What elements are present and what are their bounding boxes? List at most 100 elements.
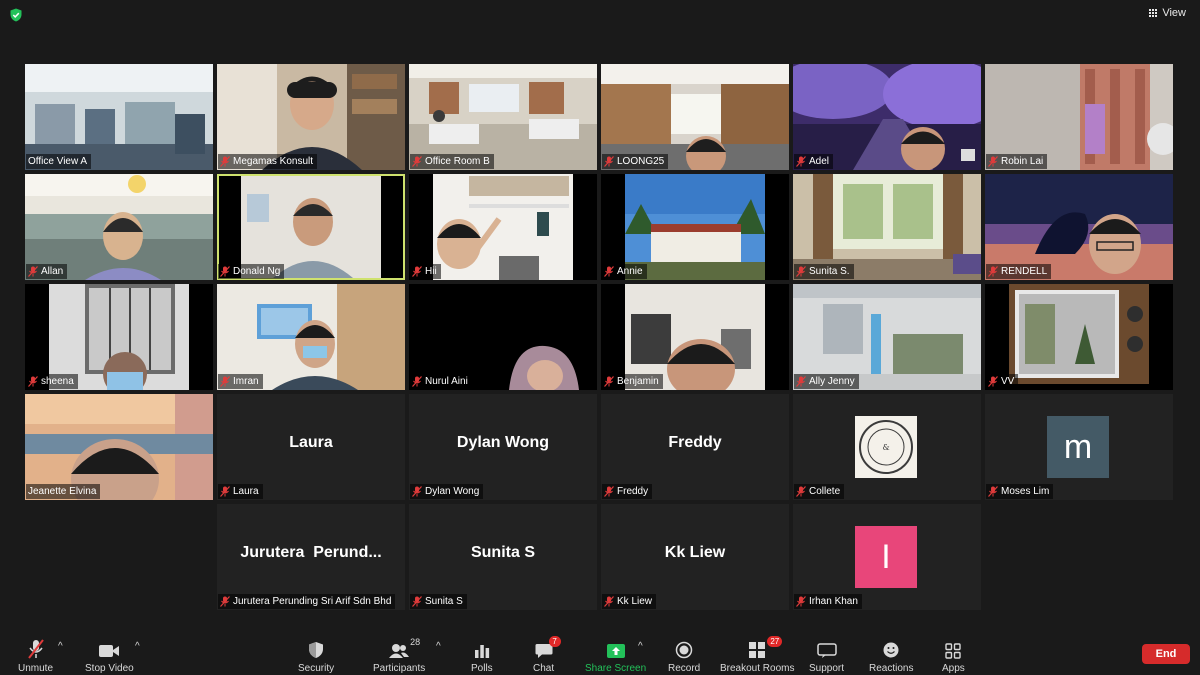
participant-nametag: Ally Jenny <box>794 374 859 389</box>
breakout-rooms-icon <box>749 642 766 658</box>
reactions-label: Reactions <box>869 663 914 674</box>
participant-display-name: Laura <box>289 434 333 451</box>
participant-name: RENDELL <box>1001 266 1048 277</box>
profile-picture: & <box>855 416 917 478</box>
participants-icon <box>389 644 410 658</box>
participant-tile[interactable]: Freddy Freddy <box>601 394 789 500</box>
participant-name: Office Room B <box>425 156 490 167</box>
participant-tile[interactable]: Jeanette Elvina <box>25 394 213 500</box>
participant-name: Megamas Konsult <box>233 156 314 167</box>
participant-tile[interactable]: Allan <box>25 174 213 280</box>
participant-tile[interactable]: Adel <box>793 64 981 170</box>
avatar-letter: m <box>1047 416 1109 478</box>
record-button[interactable]: Record <box>668 637 700 674</box>
participant-nametag: Laura <box>218 484 263 499</box>
participant-name: Annie <box>617 266 643 277</box>
participants-options-caret[interactable]: ^ <box>436 641 441 652</box>
view-button[interactable]: View <box>1149 7 1186 19</box>
mic-muted-icon <box>412 486 422 497</box>
participant-tile[interactable]: Sunita S Sunita S <box>409 504 597 610</box>
participant-tile[interactable]: Nurul Aini <box>409 284 597 390</box>
participant-nametag: Jeanette Elvina <box>26 484 101 499</box>
mic-muted-icon <box>220 156 230 167</box>
apps-button[interactable]: Apps <box>942 637 965 674</box>
participant-tile[interactable]: VV <box>985 284 1173 390</box>
participant-tile[interactable]: sheena <box>25 284 213 390</box>
mic-muted-icon <box>796 156 806 167</box>
participant-name: LOONG25 <box>617 156 665 167</box>
participant-name: Hii <box>425 266 437 277</box>
share-options-caret[interactable]: ^ <box>638 641 643 652</box>
breakout-rooms-button[interactable]: 27 Breakout Rooms <box>720 636 794 674</box>
participant-nametag: Imran <box>218 374 263 389</box>
participant-name: Ally Jenny <box>809 376 855 387</box>
participant-nametag: LOONG25 <box>602 154 669 169</box>
participant-tile[interactable]: Benjamin <box>601 284 789 390</box>
participant-tile[interactable]: Office Room B <box>409 64 597 170</box>
participant-name: Office View A <box>28 156 88 167</box>
unmute-button[interactable]: Unmute <box>18 637 53 674</box>
record-label: Record <box>668 663 701 674</box>
participant-tile[interactable]: & Collete <box>793 394 981 500</box>
support-button[interactable]: Support <box>809 637 844 674</box>
participant-tile[interactable]: Jurutera Perund... Jurutera Perunding Sr… <box>217 504 405 610</box>
share-screen-label: Share Screen <box>585 663 647 674</box>
stop-video-button[interactable]: Stop Video <box>85 637 134 674</box>
apps-label: Apps <box>942 663 965 674</box>
participant-tile[interactable]: Hii <box>409 174 597 280</box>
participant-nametag: Donald Ng <box>218 264 285 279</box>
chat-unread-badge: 7 <box>548 636 561 647</box>
participant-tile[interactable]: Office View A <box>25 64 213 170</box>
participant-tile[interactable]: RENDELL <box>985 174 1173 280</box>
participant-nametag: Jurutera Perunding Sri Arif Sdn Bhd <box>218 594 396 609</box>
participant-tile[interactable]: Megamas Konsult <box>217 64 405 170</box>
participant-tile[interactable]: Robin Lai <box>985 64 1173 170</box>
shield-check-icon[interactable] <box>9 8 23 22</box>
participant-tile[interactable]: Kk Liew Kk Liew <box>601 504 789 610</box>
polls-label: Polls <box>471 663 493 674</box>
share-screen-button[interactable]: Share Screen <box>585 637 646 674</box>
participant-name: Imran <box>233 376 259 387</box>
share-screen-icon <box>606 644 625 658</box>
mic-muted-icon <box>412 266 422 277</box>
participant-tile[interactable]: m Moses Lim <box>985 394 1173 500</box>
participants-button[interactable]: 28 Participants <box>373 637 425 674</box>
participant-nametag: Collete <box>794 484 845 499</box>
participant-nametag: VV <box>986 374 1019 389</box>
participant-nametag: Annie <box>602 264 647 279</box>
participant-tile[interactable]: Ally Jenny <box>793 284 981 390</box>
stop-video-label: Stop Video <box>85 663 134 674</box>
participant-tile[interactable]: Dylan Wong Dylan Wong <box>409 394 597 500</box>
polls-button[interactable]: Polls <box>471 637 493 674</box>
reactions-button[interactable]: Reactions <box>869 637 913 674</box>
participant-tile[interactable]: I Irhan Khan <box>793 504 981 610</box>
participant-tile[interactable]: LOONG25 <box>601 64 789 170</box>
end-meeting-button[interactable]: End <box>1142 644 1190 664</box>
meeting-toolbar: Unmute ^ Stop Video ^ Security 28 Partic… <box>0 629 1200 675</box>
video-options-caret[interactable]: ^ <box>135 641 140 652</box>
participant-tile[interactable]: Annie <box>601 174 789 280</box>
participant-name: Nurul Aini <box>425 376 468 387</box>
mic-muted-icon <box>796 376 806 387</box>
polls-bar-chart-icon <box>474 645 489 658</box>
avatar-letter: I <box>855 526 917 588</box>
participant-name: Donald Ng <box>233 266 281 277</box>
mic-muted-icon <box>220 596 230 607</box>
participant-tile-active-speaker[interactable]: Donald Ng <box>217 174 405 280</box>
audio-options-caret[interactable]: ^ <box>58 641 63 652</box>
participant-nametag: Dylan Wong <box>410 484 484 499</box>
mic-muted-icon <box>796 596 806 607</box>
participant-name: Robin Lai <box>1001 156 1044 167</box>
support-icon <box>816 643 837 658</box>
participant-display-name: Kk Liew <box>664 544 726 561</box>
participant-tile[interactable]: Imran <box>217 284 405 390</box>
participant-tile[interactable]: Sunita S. <box>793 174 981 280</box>
shield-icon <box>309 642 324 658</box>
mic-muted-icon <box>412 156 422 167</box>
emoji-smile-icon <box>883 642 899 658</box>
mic-muted-icon <box>220 486 230 497</box>
chat-button[interactable]: 7 Chat <box>533 636 561 674</box>
security-button[interactable]: Security <box>298 637 334 674</box>
participant-name: Jeanette Elvina <box>28 486 97 497</box>
participant-tile[interactable]: Laura Laura <box>217 394 405 500</box>
